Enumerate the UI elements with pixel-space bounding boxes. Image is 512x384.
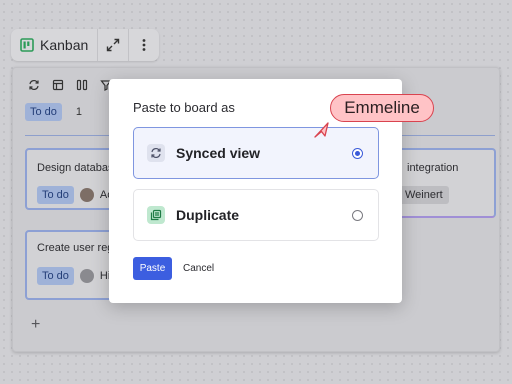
paste-button[interactable]: Paste — [133, 257, 172, 280]
sync-icon — [29, 80, 39, 90]
board-tools — [25, 78, 115, 92]
expand-button[interactable] — [98, 29, 128, 61]
table-view-icon — [52, 79, 64, 91]
cancel-button[interactable]: Cancel — [177, 257, 220, 280]
status-tag[interactable]: To do — [37, 186, 74, 204]
card-design-database[interactable]: Design databas To do Ac — [25, 148, 115, 210]
add-card-button[interactable]: + — [31, 316, 40, 334]
collaborator-name-tag: Emmeline — [330, 94, 434, 122]
collaborator-cursor-icon — [314, 122, 329, 138]
board-title: Kanban — [40, 37, 89, 53]
sync-button[interactable] — [25, 78, 43, 92]
card-title: Create user reg — [37, 242, 114, 254]
more-options-button[interactable] — [129, 29, 159, 61]
expand-icon — [106, 38, 120, 52]
option-label: Synced view — [176, 145, 261, 161]
more-vertical-icon — [142, 39, 146, 51]
card-create-user-registration[interactable]: Create user reg To do Hi — [25, 230, 115, 300]
avatar — [79, 269, 94, 283]
dialog-title: Paste to board as — [133, 100, 235, 115]
status-tag[interactable]: To do — [37, 267, 74, 285]
duplicate-icon — [147, 206, 165, 224]
column-header: To do 1 — [25, 103, 82, 121]
assignee-chip[interactable]: Weinert — [399, 186, 449, 204]
card-meta: To do Ac — [37, 186, 113, 204]
radio-duplicate[interactable] — [352, 210, 363, 221]
card-title: Design databas — [37, 162, 114, 174]
card-meta: To do Hi — [37, 267, 110, 285]
avatar — [79, 188, 94, 202]
option-duplicate[interactable]: Duplicate — [133, 189, 379, 241]
columns-icon — [76, 79, 88, 91]
radio-synced-view[interactable] — [352, 148, 363, 159]
status-tag[interactable]: To do — [25, 103, 62, 121]
board-logo-icon — [20, 38, 34, 52]
synced-view-icon — [147, 144, 165, 162]
card-integration[interactable]: integration Weinert — [393, 148, 496, 218]
card-title: integration — [407, 162, 459, 174]
option-synced-view[interactable]: Synced view — [133, 127, 379, 179]
board-toolbar: Kanban — [11, 29, 159, 61]
table-view-button[interactable] — [49, 78, 67, 92]
column-count: 1 — [75, 106, 83, 118]
columns-view-button[interactable] — [73, 78, 91, 92]
board-title-button[interactable]: Kanban — [11, 29, 97, 61]
option-label: Duplicate — [176, 207, 240, 223]
